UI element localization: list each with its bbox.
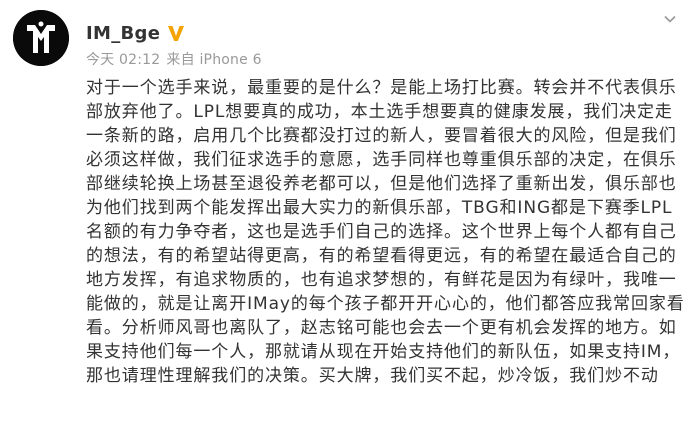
username[interactable]: IM_Bge [86,23,160,44]
username-row: IM_Bge [86,20,268,46]
content-line: 能做的，就是让离开IMay的每个孩子都开开心心的，他们都答应我常回家看 [86,294,685,314]
verified-icon [168,26,185,41]
content-line: 对于一个选手来说，最重要的是什么？是能上场打比赛。转会并不代表俱乐 [86,78,677,98]
content-line: 必须这样做，我们征求选手的意愿，选手同样也尊重俱乐部的决定，在俱乐 [86,150,677,170]
content-line: 果支持他们每一个人，那就请从现在开始支持他们的新队伍，如果支持IM， [86,342,681,362]
content-line: 部放弃他了。LPL想要真的成功，本土选手想要真的健康发展，我们决定走 [86,102,673,122]
content-line: 部继续轮换上场甚至退役养老都可以，但是他们选择了重新出发，俱乐部也 [86,174,677,194]
post-time: 今天 02:12 [86,52,161,68]
post-source[interactable]: 来自 iPhone 6 [166,52,261,68]
avatar[interactable] [13,10,69,66]
weibo-post: IM_Bge 今天 02:12 来自 iPhone 6 对于一个选手来说，最重要的… [0,0,691,427]
post-content: 对于一个选手来说，最重要的是什么？是能上场打比赛。转会并不代表俱乐 部放弃他了。… [86,76,686,388]
post-header: IM_Bge 今天 02:12 来自 iPhone 6 [86,20,268,69]
content-line: 为他们找到两个能发挥出最大实力的新俱乐部，TBG和ING都是下赛季LPL [86,198,673,218]
content-line: 看。分析师风哥也离队了，赵志铭可能也会去一个更有机会发挥的地方。如 [86,318,677,338]
im-team-logo-icon [13,10,69,66]
content-line: 的想法，有的希望站得更高，有的希望看得更远，有的希望在最适合自己的 [86,246,677,266]
content-line: 地方发挥，有追求物质的，也有追求梦想的，有鲜花是因为有绿叶，我唯一 [86,270,677,290]
content-line: 名额的有力争夺者，这也是选手们自己的选择。这个世界上每个人都有自己 [86,222,677,242]
content-line: 一条新的路，启用几个比赛都没打过的新人，要冒着很大的风险，但是我们 [86,126,677,146]
content-line: 那也请理性理解我们的决策。买大牌，我们买不起，炒冷饭，我们炒不动 [86,366,659,386]
post-meta: 今天 02:12 来自 iPhone 6 [86,49,268,69]
chevron-down-icon[interactable] [663,12,677,26]
